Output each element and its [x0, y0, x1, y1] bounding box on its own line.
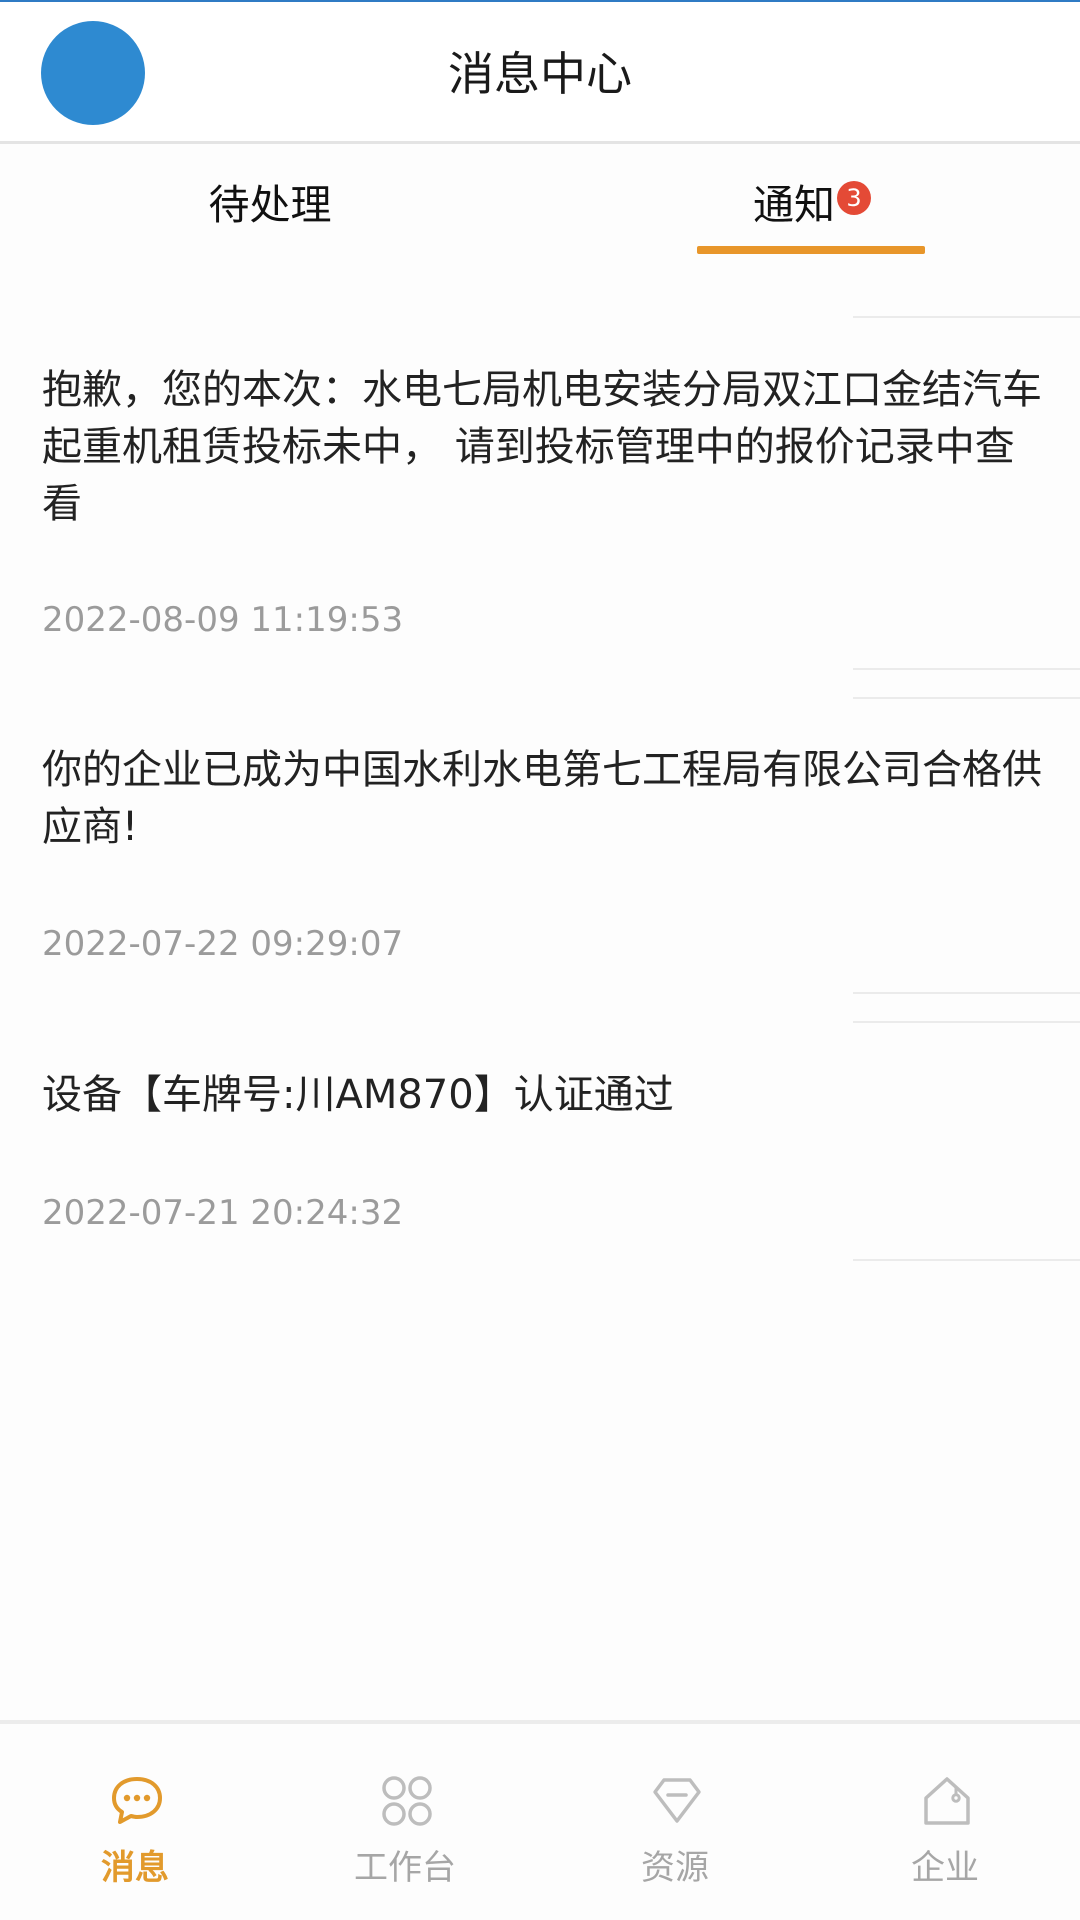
nav-resources[interactable]: 资源: [540, 1724, 810, 1920]
list-divider: [853, 1021, 1080, 1023]
nav-resources-label: 资源: [641, 1848, 709, 1888]
nav-enterprise[interactable]: 企业: [810, 1724, 1080, 1920]
list-divider: [853, 668, 1080, 670]
list-divider: [853, 992, 1080, 994]
page-title: 消息中心: [448, 47, 632, 101]
nav-messages[interactable]: 消息: [0, 1724, 270, 1920]
tab-notifications-label: 通知: [753, 181, 835, 229]
message-time: 2022-07-21 20:24:32: [42, 1193, 404, 1233]
app-header: 消息中心: [0, 2, 1080, 144]
nav-messages-label: 消息: [101, 1848, 169, 1888]
grid-icon: [382, 1776, 432, 1826]
nav-enterprise-label: 企业: [911, 1848, 979, 1888]
list-item[interactable]: 抱歉，您的本次：水电七局机电安装分局双江口金结汽车起重机租赁投标未中， 请到投标…: [42, 362, 1042, 652]
list-item[interactable]: 设备【车牌号:川AM870】认证通过 2022-07-21 20:24:32: [42, 1067, 1042, 1257]
gem-icon: [653, 1778, 701, 1823]
list-item[interactable]: 你的企业已成为中国水利水电第七工程局有限公司合格供应商! 2022-07-22 …: [42, 742, 1042, 972]
list-divider: [853, 1259, 1080, 1261]
tab-pending-label: 待处理: [208, 181, 332, 229]
message-text: 设备【车牌号:川AM870】认证通过: [42, 1072, 674, 1118]
tab-bar: 待处理 通知 3: [0, 147, 1080, 262]
unread-count-badge: 3: [837, 181, 871, 215]
nav-workbench-label: 工作台: [354, 1848, 456, 1888]
list-divider: [853, 697, 1080, 699]
house-icon: [924, 1777, 970, 1825]
tab-notifications[interactable]: 通知 3: [697, 177, 927, 237]
message-time: 2022-07-22 09:29:07: [42, 924, 404, 964]
active-tab-indicator: [697, 246, 925, 254]
message-text: 你的企业已成为中国水利水电第七工程局有限公司合格供应商!: [42, 747, 1042, 850]
message-text: 抱歉，您的本次：水电七局机电安装分局双江口金结汽车起重机租赁投标未中， 请到投标…: [42, 367, 1042, 527]
list-divider: [853, 316, 1080, 318]
tab-pending[interactable]: 待处理: [170, 177, 370, 237]
nav-workbench[interactable]: 工作台: [270, 1724, 540, 1920]
chat-bubble-icon: [112, 1777, 162, 1824]
message-time: 2022-08-09 11:19:53: [42, 600, 404, 640]
bottom-tab-bar: 消息 工作台 资源 企业: [0, 1720, 1080, 1920]
